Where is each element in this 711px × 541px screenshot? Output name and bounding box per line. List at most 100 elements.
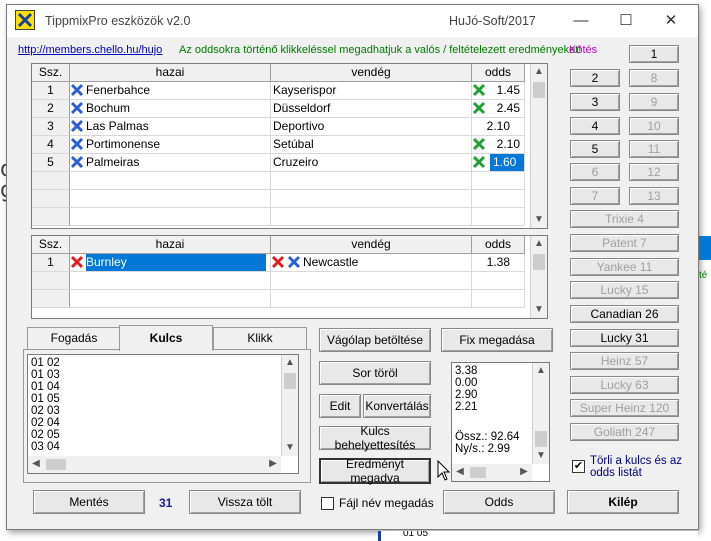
system-button-trixie[interactable]: Trixie 4 (570, 210, 679, 228)
number-button-10[interactable]: 10 (629, 117, 679, 135)
home-cell[interactable]: Bochum (70, 100, 271, 118)
list-item[interactable]: 01 03 (28, 369, 278, 381)
eredmeny-button[interactable]: Eredményt megadva (319, 457, 431, 485)
result-hscrollbar[interactable]: ◀ ▶ (452, 464, 532, 481)
home-cell[interactable]: Burnley (70, 254, 271, 272)
scroll-down-icon[interactable]: ▼ (531, 212, 547, 228)
scroll-left-icon[interactable]: ◀ (28, 456, 44, 472)
close-icon[interactable]: ✕ (649, 9, 693, 33)
mentes-button[interactable]: Mentés (33, 490, 145, 514)
filename-checkbox[interactable] (321, 497, 334, 510)
odds-cell[interactable]: 2.10 (472, 118, 525, 136)
number-button-6[interactable]: 6 (570, 163, 620, 181)
kulcs-list[interactable]: 01 02 01 03 01 04 01 05 02 03 02 04 02 0… (27, 354, 299, 474)
list-item[interactable]: 02 03 (28, 405, 278, 417)
list-item[interactable]: 02 05 (28, 429, 278, 441)
number-button-9[interactable]: 9 (629, 93, 679, 111)
scroll-thumb[interactable] (470, 467, 486, 478)
number-button-5[interactable]: 5 (570, 140, 620, 158)
sor-torol-button[interactable]: Sor töröl (319, 361, 431, 385)
system-button-super-heinz[interactable]: Super Heinz 120 (570, 399, 679, 417)
scroll-right-icon[interactable]: ▶ (265, 456, 281, 472)
system-button-lucky15[interactable]: Lucky 15 (570, 281, 679, 299)
scroll-thumb[interactable] (284, 373, 296, 389)
scroll-right-icon[interactable]: ▶ (516, 464, 532, 480)
edit-button[interactable]: Edit (319, 394, 361, 418)
odds-button[interactable]: Odds (443, 490, 555, 514)
tab-kulcs[interactable]: Kulcs (119, 325, 213, 351)
table-row[interactable]: 2 Bochum Düsseldorf 2.45 (32, 100, 525, 118)
table-row[interactable]: 1 Burnley Newcastle 1.38 (32, 254, 525, 272)
odds-cell[interactable]: 1.38 (472, 254, 525, 272)
table1-scrollbar[interactable]: ▲ ▼ (530, 64, 547, 228)
list-item[interactable]: 02 04 (28, 417, 278, 429)
number-button-4[interactable]: 4 (570, 117, 620, 135)
minimize-icon[interactable]: — (559, 9, 603, 33)
system-button-yankee[interactable]: Yankee 11 (570, 258, 679, 276)
table-row[interactable]: 4 Portimonense Setúbal 2.10 (32, 136, 525, 154)
konvertalas-button[interactable]: Konvertálás (363, 394, 431, 418)
number-button-8[interactable]: 8 (629, 69, 679, 87)
away-cell[interactable]: Düsseldorf (271, 100, 472, 118)
away-cell[interactable]: Newcastle (271, 254, 472, 272)
scroll-thumb[interactable] (46, 459, 66, 470)
kulcs-hscrollbar[interactable]: ◀ ▶ (28, 456, 281, 473)
list-item[interactable]: 03 04 (28, 441, 278, 453)
table2-scrollbar[interactable]: ▲ ▼ (530, 236, 547, 318)
vagolap-button[interactable]: Vágólap betöltése (319, 328, 431, 352)
table-row[interactable]: 1 Fenerbahce Kayserispor 1.45 (32, 82, 525, 100)
home-cell[interactable]: Las Palmas (70, 118, 271, 136)
odds-cell[interactable]: 2.10 (472, 136, 525, 154)
list-item[interactable]: 01 04 (28, 381, 278, 393)
vissza-tolt-button[interactable]: Vissza tölt (189, 490, 301, 514)
scroll-down-icon[interactable]: ▼ (282, 440, 298, 456)
table-row[interactable]: 5 Palmeiras Cruzeiro 1.60 (32, 154, 525, 172)
odds-cell[interactable]: 2.45 (472, 100, 525, 118)
fix-button[interactable]: Fix megadása (441, 328, 553, 352)
system-button-canadian[interactable]: Canadian 26 (570, 305, 679, 323)
number-button-13[interactable]: 13 (629, 187, 679, 205)
number-button-3[interactable]: 3 (570, 93, 620, 111)
scroll-down-icon[interactable]: ▼ (531, 302, 547, 318)
kulcs-behelyettesites-button[interactable]: Kulcs behelyettesítés (319, 424, 431, 452)
scroll-thumb[interactable] (533, 254, 545, 270)
tab-klikk[interactable]: Klikk (213, 327, 307, 349)
home-cell[interactable]: Fenerbahce (70, 82, 271, 100)
home-cell[interactable]: Palmeiras (70, 154, 271, 172)
away-cell[interactable]: Cruzeiro (271, 154, 472, 172)
system-button-lucky31[interactable]: Lucky 31 (570, 329, 679, 347)
odds-cell[interactable]: 1.45 (472, 82, 525, 100)
number-button-7[interactable]: 7 (570, 187, 620, 205)
result-vscrollbar[interactable]: ▲ ▼ (532, 363, 549, 464)
scroll-thumb[interactable] (535, 431, 547, 447)
table-row[interactable]: 3 Las Palmas Deportivo 2.10 (32, 118, 525, 136)
scroll-up-icon[interactable]: ▲ (531, 64, 547, 80)
scroll-left-icon[interactable]: ◀ (452, 464, 468, 480)
scroll-thumb[interactable] (533, 82, 545, 98)
system-button-patent[interactable]: Patent 7 (570, 234, 679, 252)
list-item[interactable]: 01 05 (28, 393, 278, 405)
number-button-11[interactable]: 11 (629, 140, 679, 158)
torli-checkbox[interactable]: ✔ (572, 460, 585, 473)
scroll-down-icon[interactable]: ▼ (533, 448, 549, 464)
away-cell[interactable]: Setúbal (271, 136, 472, 154)
maximize-icon[interactable]: ☐ (604, 9, 648, 33)
away-cell[interactable]: Deportivo (271, 118, 472, 136)
scroll-up-icon[interactable]: ▲ (531, 236, 547, 252)
list-item[interactable]: 01 02 (28, 357, 278, 369)
scroll-up-icon[interactable]: ▲ (533, 363, 549, 379)
number-button-2[interactable]: 2 (570, 69, 620, 87)
system-button-goliath[interactable]: Goliath 247 (570, 423, 679, 441)
system-button-lucky63[interactable]: Lucky 63 (570, 376, 679, 394)
odds-cell[interactable]: 1.60 (472, 154, 525, 172)
tab-fogadas[interactable]: Fogadás (27, 327, 121, 349)
number-button-12[interactable]: 12 (629, 163, 679, 181)
system-button-heinz[interactable]: Heinz 57 (570, 352, 679, 370)
kilep-button[interactable]: Kilép (567, 490, 679, 514)
homepage-link[interactable]: http://members.chello.hu/hujo (18, 44, 162, 56)
home-cell[interactable]: Portimonense (70, 136, 271, 154)
result-list[interactable]: 3.38 0.00 2.90 2.21 Össz.: 92.64 Ny/s.: … (451, 362, 550, 482)
scroll-up-icon[interactable]: ▲ (282, 355, 298, 371)
number-button-1[interactable]: 1 (629, 45, 679, 63)
kulcs-vscrollbar[interactable]: ▲ ▼ (281, 355, 298, 456)
